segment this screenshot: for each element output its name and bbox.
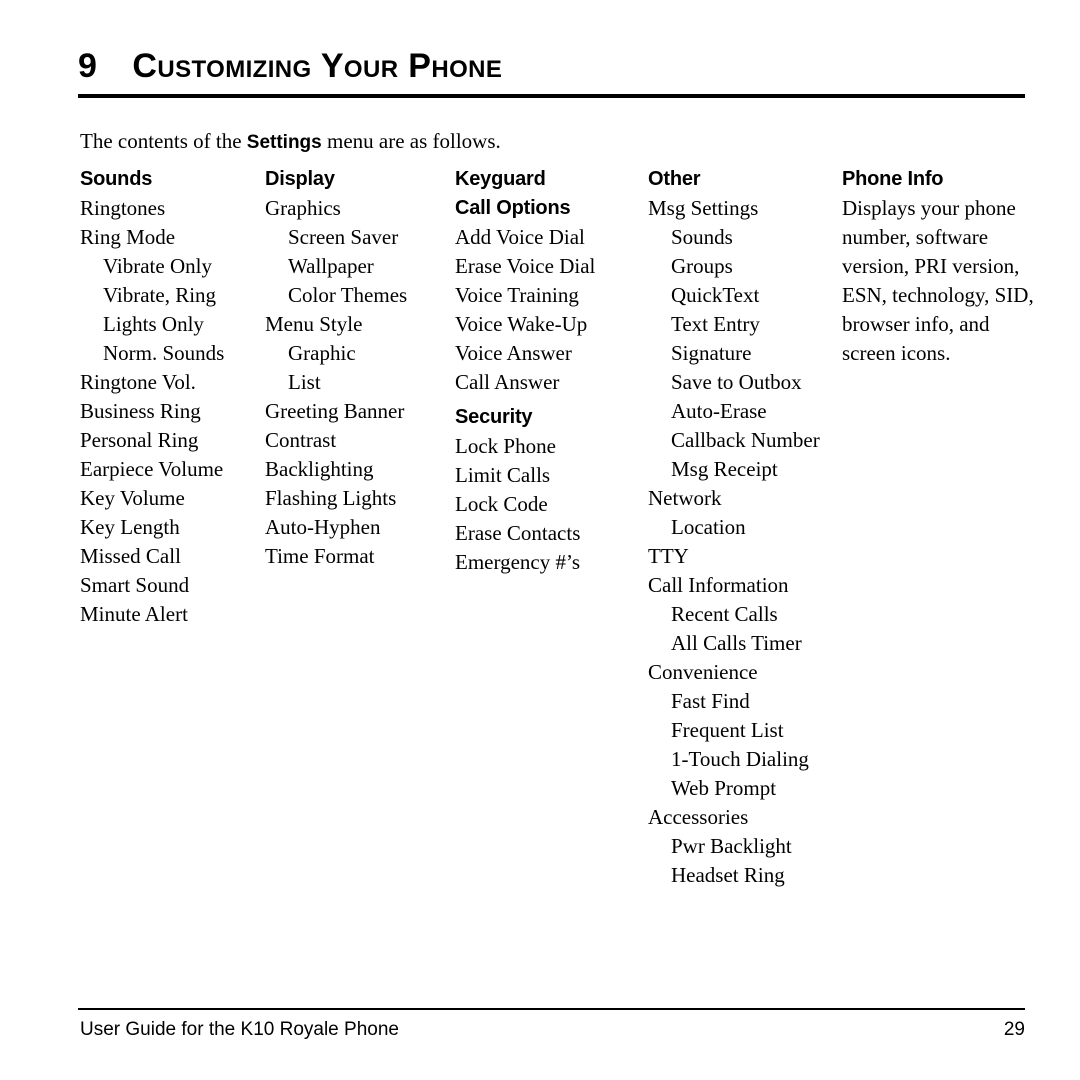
menu-item: Emergency #’s	[455, 550, 580, 574]
chapter-number: 9	[78, 47, 97, 85]
menu-subitem: Msg Receipt	[671, 457, 778, 481]
menu-item: Key Volume	[80, 486, 185, 510]
menu-subitem: Screen Saver	[288, 225, 399, 249]
document-page: 9 Customizing Your Phone The contents of …	[0, 0, 1080, 1080]
menu-item: Ring Mode	[80, 225, 176, 249]
menu-item: Smart Sound	[80, 573, 190, 597]
menu-column-keyguard: Keyguard Call Options Add Voice Dial Erase …	[455, 165, 648, 577]
menu-item: Voice Training	[455, 283, 579, 307]
menu-item: Add Voice Dial	[455, 225, 585, 249]
menu-subitem: Lights Only	[103, 312, 204, 336]
menu-subitem: Recent Calls	[671, 602, 778, 626]
menu-item: Network	[648, 486, 722, 510]
footer-page-number: 29	[1003, 1019, 1025, 1040]
menu-item: TTY	[648, 544, 689, 568]
intro-emphasis-settings: Settings	[246, 132, 322, 153]
menu-subitem: Auto-Erase	[671, 399, 767, 423]
header-rule	[78, 94, 1025, 98]
menu-item: Convenience	[648, 660, 758, 684]
menu-subitem: Headset Ring	[671, 863, 785, 887]
menu-item: Greeting Banner	[265, 399, 405, 423]
menu-group-heading: Sounds	[80, 168, 153, 190]
menu-subitem: Callback Number	[671, 428, 820, 452]
menu-subitem: Web Prompt	[671, 776, 777, 800]
menu-subitem: Signature	[671, 341, 752, 365]
menu-item: Personal Ring	[80, 428, 199, 452]
menu-column-sounds: Sounds Ringtones Ring Mode Vibrate Only Vibr…	[80, 165, 265, 629]
menu-group-heading: Keyguard	[455, 168, 546, 190]
menu-item: Business Ring	[80, 399, 201, 423]
menu-subitem: QuickText	[671, 283, 760, 307]
menu-item: Lock Phone	[455, 434, 556, 458]
menu-subitem: Vibrate Only	[103, 254, 212, 278]
menu-subitem: Wallpaper	[288, 254, 374, 278]
menu-item: Ringtones	[80, 196, 166, 220]
menu-subitem: Save to Outbox	[671, 370, 802, 394]
menu-subitem: Pwr Backlight	[671, 834, 792, 858]
menu-subitem: Frequent List	[671, 718, 784, 742]
menu-subitem: Text Entry	[671, 312, 760, 336]
menu-group-heading: Other	[648, 168, 701, 190]
menu-item: Voice Wake-Up	[455, 312, 588, 336]
menu-item: Graphics	[265, 196, 341, 220]
menu-item: Missed Call	[80, 544, 181, 568]
menu-column-other: Other Msg Settings Sounds Groups QuickText Te…	[648, 165, 842, 890]
menu-item: Ringtone Vol.	[80, 370, 196, 394]
menu-column-display: Display Graphics Screen Saver Wallpaper Colo…	[265, 165, 455, 571]
menu-item: Call Information	[648, 573, 789, 597]
menu-item: Msg Settings	[648, 196, 759, 220]
intro-text-after: menu are as follows.	[321, 129, 501, 153]
menu-item: Lock Code	[455, 492, 548, 516]
menu-group-heading: Security	[455, 406, 533, 428]
menu-item: Erase Contacts	[455, 521, 581, 545]
menu-item: Menu Style	[265, 312, 363, 336]
menu-item: Minute Alert	[80, 602, 188, 626]
menu-item: Key Length	[80, 515, 180, 539]
menu-item: Erase Voice Dial	[455, 254, 596, 278]
menu-subitem: Sounds	[671, 225, 733, 249]
menu-group-heading: Call Options	[455, 197, 571, 219]
footer-guide-title: User Guide for the K10 Royale Phone	[80, 1019, 399, 1040]
menu-item: Call Answer	[455, 370, 560, 394]
menu-item: Accessories	[648, 805, 749, 829]
menu-subitem: Graphic	[288, 341, 356, 365]
menu-item: Contrast	[265, 428, 337, 452]
menu-item: Voice Answer	[455, 341, 572, 365]
menu-item: Flashing Lights	[265, 486, 397, 510]
menu-group-heading: Display	[265, 168, 335, 190]
menu-subitem: All Calls Timer	[671, 631, 802, 655]
menu-item: Earpiece Volume	[80, 457, 224, 481]
page-footer: User Guide for the K10 Royale Phone 29	[80, 1016, 1025, 1044]
menu-subitem: Fast Find	[671, 689, 750, 713]
menu-item: Limit Calls	[455, 463, 551, 487]
menu-item: Time Format	[265, 544, 375, 568]
menu-subitem: 1-Touch Dialing	[671, 747, 809, 771]
menu-subitem: Location	[671, 515, 746, 539]
menu-subitem: Groups	[671, 254, 733, 278]
page-title: Customizing Your Phone	[132, 47, 503, 85]
menu-group-heading: Phone Info	[842, 168, 944, 190]
menu-column-phone-info: Phone Info Displays your phone number, so…	[842, 165, 1042, 368]
menu-item: Auto-Hyphen	[265, 515, 381, 539]
menu-item: Backlighting	[265, 457, 374, 481]
intro-text-before: The contents of the	[80, 129, 247, 153]
menu-subitem: Color Themes	[288, 283, 408, 307]
chapter-header: 9 Customizing Your Phone	[78, 46, 1025, 92]
footer-rule	[78, 1008, 1025, 1010]
intro-sentence: The contents of the Settings menu are as…	[80, 128, 501, 156]
menu-subitem: Vibrate, Ring	[103, 283, 217, 307]
menu-description-paragraph: Displays your phone number, software ver…	[842, 196, 1034, 365]
menu-subitem: List	[288, 370, 321, 394]
menu-subitem: Norm. Sounds	[103, 341, 225, 365]
